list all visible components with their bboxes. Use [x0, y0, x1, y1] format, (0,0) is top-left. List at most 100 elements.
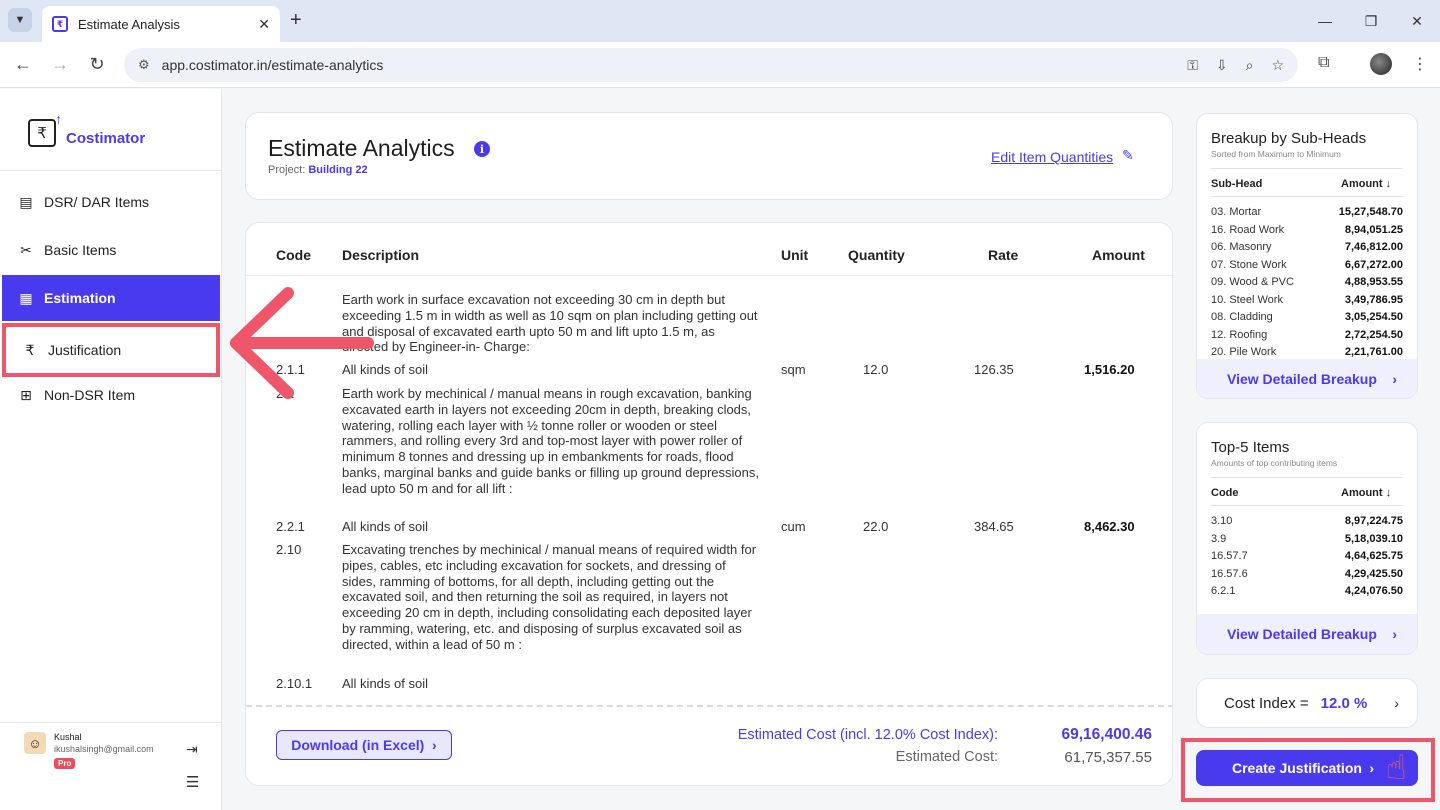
- table-cell-code: 2.10: [276, 542, 302, 557]
- brand-logo[interactable]: ₹ Costimator: [28, 111, 145, 147]
- edit-item-quantities-link[interactable]: Edit Item Quantities: [991, 149, 1113, 165]
- estimated-cost-incl-label: Estimated Cost (incl. 12.0% Cost Index):: [737, 727, 998, 743]
- sidebar-item-label: Justification: [48, 342, 122, 358]
- estimated-cost-label: Estimated Cost:: [895, 749, 998, 765]
- project-name: Building 22: [308, 164, 368, 176]
- amount-col-header[interactable]: Amount ↓: [1341, 487, 1391, 499]
- window-controls: — ❐ ✕: [1302, 0, 1440, 42]
- list-item: 10. Steel Work 3,49,786.95: [1211, 294, 1403, 306]
- list-item: 20. Pile Work 2,21,761.00: [1211, 346, 1403, 358]
- window-close-icon[interactable]: ✕: [1394, 0, 1440, 42]
- tab-title: Estimate Analysis: [78, 16, 180, 32]
- sidebar-item-label: Basic Items: [44, 242, 117, 258]
- restore-icon[interactable]: ❐: [1348, 0, 1394, 42]
- col-header-amount: Amount: [1092, 247, 1145, 263]
- address-bar[interactable]: ⚙ app.costimator.in/estimate-analytics ⚿…: [124, 48, 1298, 82]
- list-item: 16. Road Work 8,94,051.25: [1211, 224, 1403, 236]
- sidebar-item-basic-items[interactable]: ✂ Basic Items: [2, 227, 220, 273]
- subheads-title: Breakup by Sub-Heads: [1211, 130, 1367, 147]
- cost-index-card[interactable]: Cost Index = 12.0 % ›: [1196, 678, 1418, 728]
- tab-search-chevron-icon[interactable]: ▼: [8, 8, 32, 32]
- chevron-right-icon: ›: [1394, 695, 1399, 711]
- collapse-sidebar-icon[interactable]: ☰: [186, 773, 199, 791]
- chevron-right-icon: ›: [1392, 371, 1397, 387]
- cost-index-value: 12.0 %: [1320, 694, 1368, 712]
- sort-down-arrow-icon: ↓: [1385, 487, 1392, 499]
- tab-close-icon[interactable]: ✕: [258, 16, 270, 33]
- estimated-cost-incl-value: 69,16,400.46: [1061, 726, 1152, 743]
- minimize-icon[interactable]: —: [1302, 0, 1348, 42]
- table-cell-quantity: 12.0: [863, 362, 889, 377]
- plus-box-icon: ⊞: [20, 386, 32, 403]
- table-icon: ▤: [19, 193, 33, 210]
- profile-avatar[interactable]: [1370, 53, 1392, 75]
- panel-divider: [1211, 505, 1403, 506]
- site-settings-icon[interactable]: ⚙: [138, 57, 150, 73]
- panel-divider: [1211, 168, 1403, 169]
- subheads-panel: Breakup by Sub-Heads Sorted from Maximum…: [1196, 113, 1418, 399]
- top5-subtitle: Amounts of top contributing items: [1211, 458, 1338, 468]
- pencil-icon[interactable]: ✎: [1122, 147, 1134, 164]
- logout-icon[interactable]: ⇥: [186, 741, 198, 758]
- table-cell-code: 2.10.1: [276, 676, 313, 691]
- view-detailed-breakup-button[interactable]: View Detailed Breakup ›: [1197, 614, 1417, 654]
- extensions-puzzle-icon[interactable]: ⧉: [1318, 54, 1329, 72]
- list-item: 16.57.7 4,64,625.75: [1211, 550, 1403, 562]
- list-item: 08. Cladding 3,05,254.50: [1211, 311, 1403, 323]
- browser-menu-icon[interactable]: ⋮: [1412, 54, 1428, 74]
- sidebar: ₹ Costimator ▤ DSR/ DAR Items ✂ Basic It…: [0, 89, 222, 810]
- col-header-rate: Rate: [988, 247, 1019, 263]
- browser-tab-bar: ▼ ₹ Estimate Analysis ✕ + — ❐ ✕: [0, 0, 1440, 42]
- sort-down-arrow-icon: ↓: [1385, 178, 1392, 190]
- download-excel-button[interactable]: Download (in Excel) ›: [276, 730, 452, 760]
- forward-arrow-icon[interactable]: →: [49, 54, 71, 75]
- subhead-col-header: Sub-Head: [1211, 178, 1263, 190]
- user-name: Kushal: [54, 732, 82, 742]
- info-icon[interactable]: i: [474, 141, 490, 157]
- table-cell-description: All kinds of soil: [342, 519, 428, 534]
- sidebar-item-label: DSR/ DAR Items: [44, 194, 150, 210]
- costimator-favicon-icon: ₹: [52, 16, 68, 32]
- table-cell-unit: cum: [781, 519, 806, 534]
- user-avatar[interactable]: ☺: [24, 732, 46, 754]
- sidebar-item-justification[interactable]: ₹ Justification: [2, 323, 220, 377]
- top5-panel: Top-5 Items Amounts of top contributing …: [1196, 422, 1418, 655]
- top5-title: Top-5 Items: [1211, 439, 1290, 456]
- key-icon[interactable]: ⚿: [1187, 57, 1198, 74]
- bookmark-star-icon[interactable]: ☆: [1271, 57, 1284, 74]
- user-profile-block: ☺ Kushal ikushalsingh@gmail.com Pro ⇥ ☰: [0, 722, 222, 810]
- new-tab-plus-icon[interactable]: +: [290, 9, 302, 32]
- table-cell-description: All kinds of soil: [342, 676, 428, 691]
- cost-index-label: Cost Index =: [1224, 694, 1309, 712]
- sidebar-divider: [0, 170, 222, 171]
- col-header-code: Code: [276, 247, 311, 263]
- pro-badge: Pro: [54, 758, 76, 769]
- amount-col-header[interactable]: Amount ↓: [1341, 178, 1391, 190]
- view-detailed-breakup-button[interactable]: View Detailed Breakup ›: [1197, 359, 1417, 398]
- estimated-cost-value: 61,75,357.55: [1064, 749, 1152, 766]
- code-col-header: Code: [1211, 487, 1239, 499]
- panel-divider: [1211, 477, 1403, 478]
- list-item: 09. Wood & PVC 4,88,953.55: [1211, 276, 1403, 288]
- back-arrow-icon[interactable]: ←: [12, 54, 34, 75]
- reload-icon[interactable]: ↻: [86, 54, 108, 75]
- table-cell-amount: 1,516.20: [1084, 362, 1135, 377]
- url-text[interactable]: app.costimator.in/estimate-analytics: [162, 57, 1170, 73]
- table-cell-description: Earth work in surface excavation not exc…: [342, 292, 758, 355]
- browser-tab[interactable]: ₹ Estimate Analysis ✕: [42, 6, 280, 42]
- header-divider: [246, 275, 1172, 276]
- table-cell-unit: sqm: [781, 362, 806, 377]
- create-justification-button[interactable]: Create Justification ›: [1196, 750, 1418, 786]
- page-header-card: Estimate Analytics i Project: Building 2…: [245, 112, 1173, 200]
- table-cell-rate: 126.35: [974, 362, 1014, 377]
- table-cell-quantity: 22.0: [863, 519, 889, 534]
- sidebar-item-estimation[interactable]: ▦ Estimation: [2, 275, 220, 321]
- install-app-icon[interactable]: ⇩: [1216, 57, 1228, 74]
- table-cell-code: 2.2.1: [276, 519, 305, 534]
- zoom-icon[interactable]: ⌕: [1246, 57, 1254, 74]
- table-cell-description: All kinds of soil: [342, 362, 428, 377]
- sidebar-item-dsr-dar[interactable]: ▤ DSR/ DAR Items: [2, 179, 220, 225]
- sidebar-item-non-dsr[interactable]: ⊞ Non-DSR Item: [2, 372, 220, 418]
- col-header-quantity: Quantity: [848, 247, 905, 263]
- estimate-table-card: Code Description Unit Quantity Rate Amou…: [245, 222, 1173, 786]
